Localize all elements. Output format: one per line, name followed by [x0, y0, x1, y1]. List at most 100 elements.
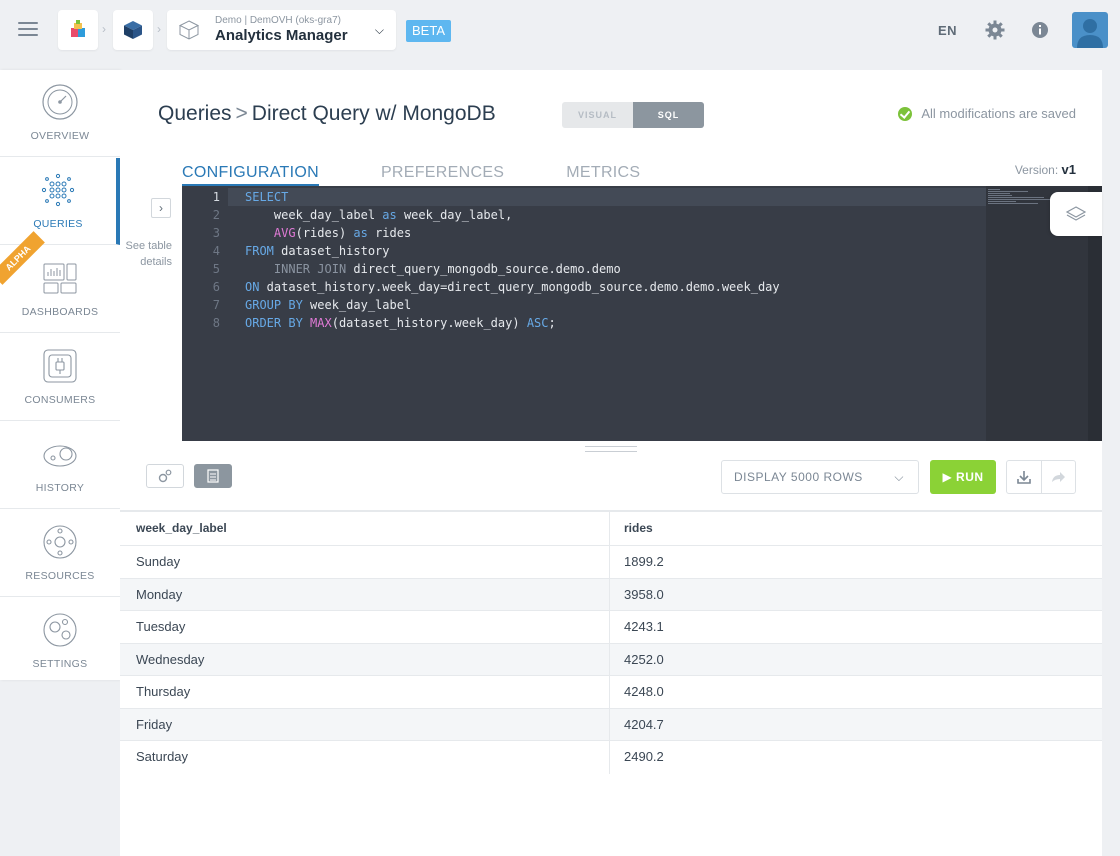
app-subtitle: Demo | DemOVH (oks-gra7) [215, 15, 341, 26]
sidebar-item-consumers[interactable]: CONSUMERS [0, 334, 120, 421]
toggle-sql[interactable]: SQL [633, 102, 704, 128]
sidebar-item-label: SETTINGS [32, 658, 88, 670]
user-avatar[interactable] [1072, 12, 1108, 48]
sidebar-item-settings[interactable]: SETTINGS [0, 598, 120, 685]
line-number: 6 [212, 280, 220, 294]
breadcrumb-chevron-icon: › [102, 22, 106, 36]
home-logo-button[interactable] [58, 10, 98, 50]
code-line: week_day_label as week_day_label, [245, 208, 513, 222]
table-cell: Wednesday [120, 643, 610, 675]
resize-handle[interactable] [585, 446, 637, 452]
tab-metrics[interactable]: METRICS [566, 164, 640, 186]
code-line: ON dataset_history.week_day=direct_query… [245, 280, 780, 294]
chevron-down-icon: ⌵ [894, 470, 904, 484]
share-button[interactable] [1042, 461, 1076, 493]
main-panel: Queries > Direct Query w/ MongoDB VISUAL S… [120, 70, 1102, 856]
plug-icon [43, 349, 77, 383]
info-icon[interactable] [1030, 20, 1050, 40]
sidebar-item-label: OVERVIEW [30, 130, 90, 142]
tab-preferences[interactable]: PREFERENCES [381, 164, 504, 186]
share-arrow-icon [1052, 472, 1066, 482]
sidebar-item-label: CONSUMERS [24, 394, 96, 406]
settings-gears-icon [43, 613, 77, 647]
version-label: Version: [1014, 163, 1059, 177]
chevron-right-icon[interactable]: › [151, 198, 171, 218]
sidebar-item-label: DASHBOARDS [21, 306, 99, 318]
table-row: Saturday 2490.2 [120, 741, 1102, 774]
toggle-visual[interactable]: VISUAL [562, 102, 633, 128]
results-table: week_day_label rides Sunday 1899.2 Monda… [120, 510, 1102, 774]
tab-bar: CONFIGURATION PREFERENCES METRICS [182, 164, 702, 186]
app-title: Analytics Manager [215, 27, 348, 44]
line-number: 3 [212, 226, 220, 240]
table-row: Thursday 4248.0 [120, 676, 1102, 709]
sidebar-item-resources[interactable]: RESOURCES [0, 510, 120, 597]
sql-editor[interactable]: 1 2 3 4 5 6 7 8 SELECT week_day_label as… [182, 186, 1102, 441]
chevron-down-icon[interactable]: ⌵ [375, 23, 384, 38]
line-number: 1 [212, 190, 220, 204]
sidebar-item-queries[interactable]: QUERIES [0, 158, 120, 245]
line-number: 2 [212, 208, 220, 222]
table-icon [207, 469, 219, 483]
see-table-details-link[interactable]: See table details [112, 238, 172, 270]
active-line-highlight [182, 188, 986, 206]
code-line: GROUP BY week_day_label [245, 298, 412, 312]
column-header[interactable]: week_day_label [120, 512, 610, 545]
column-header[interactable]: rides [610, 512, 1100, 545]
sidebar: OVERVIEW QUERIES DASHBOARDS CONSUMERS HI… [0, 70, 120, 680]
play-icon: ▶ [942, 470, 953, 484]
gear-icon[interactable] [985, 20, 1005, 40]
download-icon [1016, 471, 1031, 484]
run-button[interactable]: ▶ RUN [930, 460, 996, 494]
table-view-button[interactable] [194, 464, 232, 488]
table-cell: Saturday [120, 741, 610, 774]
line-number: 8 [212, 316, 220, 330]
layers-icon [1065, 206, 1087, 221]
table-cell: 4252.0 [624, 651, 664, 667]
table-cell: 4248.0 [624, 684, 664, 699]
gears-icon [158, 469, 172, 483]
app-selector[interactable]: Demo | DemOVH (oks-gra7) Analytics Manag… [167, 10, 396, 50]
sidebar-item-label: QUERIES [33, 218, 83, 230]
line-number: 7 [212, 298, 220, 312]
table-row: Monday 3958.0 [120, 578, 1102, 611]
table-cell: Sunday [120, 546, 610, 578]
code-line: INNER JOIN direct_query_mongodb_source.d… [273, 262, 621, 276]
code-line: FROM dataset_history [245, 244, 390, 258]
line-number: 5 [212, 262, 220, 276]
visual-sql-toggle: VISUAL SQL [562, 102, 704, 128]
version-value: v1 [1061, 162, 1076, 177]
sidebar-item-label: HISTORY [35, 482, 85, 494]
line-number-gutter: 1 2 3 4 5 6 7 8 [182, 186, 228, 441]
table-cell: 3958.0 [624, 586, 664, 602]
user-icon [1077, 19, 1103, 48]
breadcrumb-separator: > [235, 102, 248, 125]
query-settings-button[interactable] [146, 464, 184, 488]
menu-icon[interactable] [18, 22, 38, 38]
version-indicator: Version: v1 [1015, 162, 1076, 177]
table-cell: Thursday [120, 676, 610, 708]
history-icon [43, 445, 77, 467]
project-button[interactable] [113, 10, 153, 50]
tab-configuration[interactable]: CONFIGURATION [182, 164, 319, 186]
breadcrumb-current: Direct Query w/ MongoDB [251, 102, 496, 125]
top-bar: › › Demo | DemOVH (oks-gra7) Analytics M… [0, 0, 1120, 62]
layers-button[interactable] [1050, 192, 1102, 236]
dashboard-icon [43, 263, 77, 294]
sidebar-item-history[interactable]: HISTORY [0, 422, 120, 509]
download-button[interactable] [1007, 461, 1042, 493]
save-status-text: All modifications are saved [921, 106, 1076, 121]
beta-badge: BETA [406, 20, 451, 42]
run-label: RUN [956, 470, 984, 484]
code-line: ORDER BY MAX(dataset_history.week_day) A… [245, 316, 556, 330]
table-details-column: › See table details [120, 186, 182, 441]
chip-grid-icon [41, 173, 75, 207]
table-row: Wednesday 4252.0 [120, 643, 1102, 676]
sidebar-item-overview[interactable]: OVERVIEW [0, 70, 120, 157]
table-row: Sunday 1899.2 [120, 546, 1102, 579]
export-button-group [1006, 460, 1076, 494]
table-cell: 1899.2 [624, 554, 664, 569]
language-selector[interactable]: EN [938, 23, 957, 38]
breadcrumb-parent[interactable]: Queries [158, 102, 232, 125]
display-rows-select[interactable]: DISPLAY 5000 ROWS ⌵ [721, 460, 919, 494]
